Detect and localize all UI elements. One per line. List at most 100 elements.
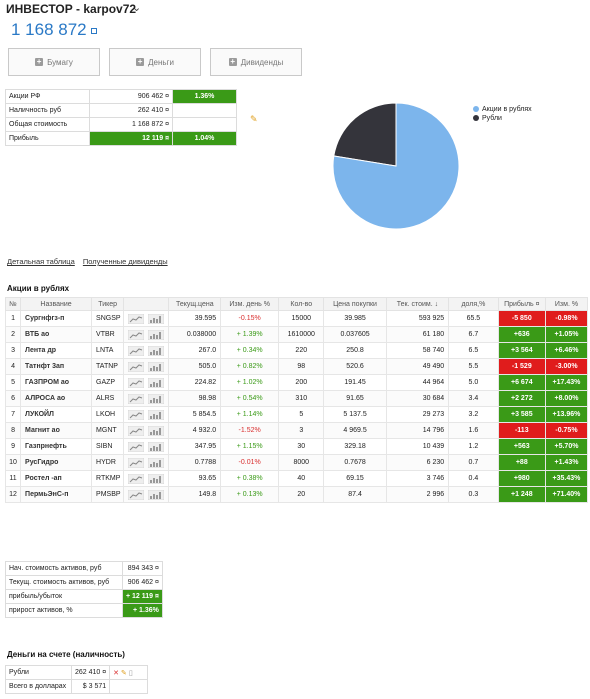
bar-chart-icon[interactable] (148, 361, 165, 372)
bar-chart-icon[interactable] (148, 457, 165, 468)
bar-chart-icon[interactable] (148, 393, 165, 404)
line-chart-icon[interactable] (128, 361, 145, 372)
stock-row[interactable]: 4 Татнфт 3ап TATNP 505.0 + 0.82% 98 520.6 49 49… (4, 358, 589, 375)
change-pct: +8.00% (544, 390, 589, 407)
totals-row: прибыль/убыток + 12 119 ¤ (5, 589, 163, 604)
line-chart-icon[interactable] (128, 441, 145, 452)
document-icon[interactable]: ▯ (129, 670, 133, 677)
line-chart-icon[interactable] (128, 345, 145, 356)
edit-balance-icon[interactable] (90, 27, 97, 34)
bar-chart-icon[interactable] (148, 489, 165, 500)
column-header[interactable]: Изм. день % (220, 297, 280, 311)
stock-row[interactable]: 10 РусГидро HYDR 0.7788 -0.01% 8000 0.7678 6 23… (4, 454, 589, 471)
row-number: 11 (4, 470, 22, 487)
row-number: 3 (4, 342, 22, 359)
column-header[interactable]: № (4, 297, 22, 311)
add-money-button[interactable]: + Деньги (109, 48, 201, 76)
cash-rub-value: 262 410 ¤ (70, 665, 111, 680)
stock-row[interactable]: 3 Лента др LNTA 267.0 + 0.34% 220 250.8 58 740 6… (4, 342, 589, 359)
stock-name: Ростел -ап (20, 470, 93, 487)
column-header[interactable]: Цена покупки (323, 297, 387, 311)
add-dividends-button[interactable]: + Дивиденды (210, 48, 302, 76)
profit: +2 272 (497, 390, 546, 407)
stocks-header-row: № Название Тикер Текущ.цена Изм. день % Кол-в… (4, 297, 589, 311)
line-chart-icon[interactable] (128, 409, 145, 420)
stock-row[interactable]: 11 Ростел -ап RTKMP 93.65 + 0.38% 40 69.15 3 74… (4, 470, 589, 487)
bar-chart-icon[interactable] (148, 329, 165, 340)
summary-pct: 1.04% (172, 131, 237, 146)
bar-chart-icon[interactable] (148, 345, 165, 356)
line-chart-icon[interactable] (128, 377, 145, 388)
bar-chart-icon[interactable] (148, 425, 165, 436)
line-chart-icon[interactable] (128, 329, 145, 340)
add-securities-button[interactable]: + Бумагу (8, 48, 100, 76)
bar-chart-icon[interactable] (148, 377, 165, 388)
stock-row[interactable]: 7 ЛУКОЙЛ LKOH 5 854.5 + 1.14% 5 5 137.5 29 273 3… (4, 406, 589, 423)
line-chart-icon[interactable] (128, 393, 145, 404)
line-chart-icon[interactable] (128, 473, 145, 484)
balance-value: 1 168 872 (11, 20, 87, 39)
stock-row[interactable]: 1 Сургнфгз-п SNGSP 39.595 -0.15% 15000 39.985 5… (4, 310, 589, 327)
detail-table-link[interactable]: Детальная таблица (7, 257, 75, 266)
current-price: 347.95 (168, 438, 222, 455)
profit: +3 564 (497, 342, 546, 359)
plus-icon: + (35, 57, 44, 66)
current-value: 29 273 (385, 406, 450, 423)
stock-name: Татнфт 3ап (20, 358, 93, 375)
profit: -113 (497, 422, 546, 439)
column-header[interactable]: Название (20, 297, 93, 311)
bar-chart-icon[interactable] (148, 409, 165, 420)
column-header[interactable]: Тикер (91, 297, 125, 311)
row-number: 8 (4, 422, 22, 439)
delete-icon[interactable]: ✕ (113, 670, 119, 677)
line-chart-icon[interactable] (128, 457, 145, 468)
legend-label: Рубли (482, 115, 502, 122)
mini-charts (123, 310, 170, 327)
column-header[interactable]: Кол-во (278, 297, 325, 311)
summary-label: Наличность руб (5, 103, 90, 118)
current-price: 98.98 (168, 390, 222, 407)
legend-item[interactable]: Рубли (473, 114, 532, 123)
line-chart-icon[interactable] (128, 313, 145, 324)
legend-label: Акции в рублях (482, 106, 532, 113)
totals-value: + 12 119 ¤ (122, 589, 163, 604)
column-header[interactable]: доля,% (448, 297, 499, 311)
stock-name: АЛРОСА ао (20, 390, 93, 407)
bar-chart-icon[interactable] (148, 441, 165, 452)
current-value: 3 746 (385, 470, 450, 487)
stock-name: Газпрнефть (20, 438, 93, 455)
column-header[interactable]: Прибыль ¤ (497, 297, 546, 311)
share-pct: 0.3 (448, 486, 499, 503)
pencil-icon[interactable]: ✎ (250, 114, 258, 125)
bar-chart-icon[interactable] (148, 313, 165, 324)
column-header[interactable] (123, 297, 170, 311)
day-change: -0.01% (220, 454, 280, 471)
pencil-icon[interactable]: ✎ (121, 670, 127, 677)
mini-charts (123, 374, 170, 391)
received-dividends-link[interactable]: Полученные дивиденды (83, 257, 168, 266)
share-pct: 5.0 (448, 374, 499, 391)
legend-item[interactable]: Акции в рублях (473, 105, 532, 114)
stock-name: ПермьЭнС-п (20, 486, 93, 503)
stock-row[interactable]: 2 ВТБ ао VTBR 0.038000 + 1.39% 1610000 0.03760… (4, 326, 589, 343)
bar-chart-icon[interactable] (148, 473, 165, 484)
stock-row[interactable]: 12 ПермьЭнС-п PMSBP 149.8 + 0.13% 20 87.4 2 996… (4, 486, 589, 503)
stock-ticker: ALRS (91, 390, 125, 407)
column-header[interactable]: Текущ.цена (168, 297, 222, 311)
current-value: 593 925 (385, 310, 450, 327)
line-chart-icon[interactable] (128, 425, 145, 436)
stock-row[interactable]: 6 АЛРОСА ао ALRS 98.98 + 0.54% 310 91.65 30 684… (4, 390, 589, 407)
stock-row[interactable]: 9 Газпрнефть SIBN 347.95 + 1.15% 30 329.18 10 4… (4, 438, 589, 455)
line-chart-icon[interactable] (128, 489, 145, 500)
share-pct: 6.7 (448, 326, 499, 343)
pie-slice-rubles[interactable] (333, 102, 397, 167)
stock-row[interactable]: 8 Магнит ао MGNT 4 932.0 -1.52% 3 4 969.5 14 79… (4, 422, 589, 439)
chevron-down-icon[interactable]: ⌄ (132, 1, 141, 14)
stock-row[interactable]: 5 ГАЗПРОМ ао GAZP 224.82 + 1.02% 200 191.45 44 … (4, 374, 589, 391)
column-header[interactable]: Тек. стоим. ↓ (385, 297, 450, 311)
change-pct: -0.75% (544, 422, 589, 439)
stocks-title: Акции в рублях (7, 284, 70, 293)
current-price: 4 932.0 (168, 422, 222, 439)
column-header[interactable]: Изм. % (544, 297, 589, 311)
row-number: 12 (4, 486, 22, 503)
